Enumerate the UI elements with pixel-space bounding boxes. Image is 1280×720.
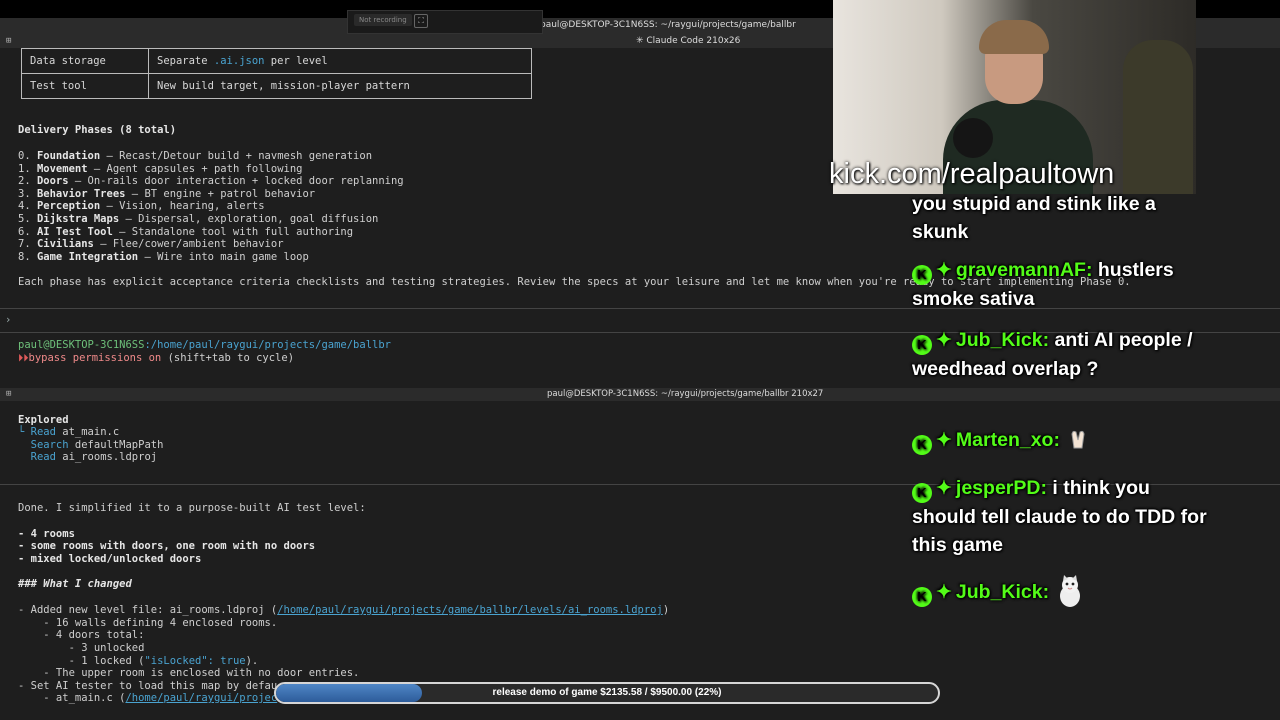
diamond-badge-icon: ✦: [936, 330, 952, 351]
change-line: - 16 walls defining 4 enclosed rooms.: [18, 617, 278, 629]
expand-icon[interactable]: ⛶: [414, 14, 428, 28]
chat-username: Marten_xo:: [955, 429, 1060, 451]
microphone-icon: [953, 118, 993, 158]
diamond-badge-icon: ✦: [936, 478, 952, 499]
phases-heading: Delivery Phases (8 total): [18, 124, 177, 136]
table-row: Data storage Separate .ai.json per level: [21, 48, 532, 74]
chat-username: Jub_Kick:: [955, 329, 1050, 351]
pane-grid-icon[interactable]: ⊞: [6, 37, 15, 46]
phase-item: 5. Dijkstra Maps — Dispersal, exploratio…: [18, 213, 379, 225]
diamond-badge-icon: ✦: [936, 430, 952, 451]
chat-message: K ✦ gravemannAF: hustlers smoke sativa: [912, 256, 1212, 313]
explored-item: └ Read at_main.c: [18, 426, 120, 438]
change-line: - Set AI tester to load this map by defa…: [18, 680, 278, 692]
chat-message: K ✦ Jub_Kick:: [912, 574, 1212, 608]
change-line: - 4 doors total:: [18, 629, 145, 641]
phase-item: 2. Doors — On-rails door interaction + l…: [18, 175, 404, 187]
phase-item: 4. Perception — Vision, hearing, alerts: [18, 200, 265, 212]
table-row: Test tool New build target, mission-play…: [21, 73, 532, 99]
table-cell: New build target, mission-player pattern: [148, 73, 532, 99]
phase-item: 8. Game Integration — Wire into main gam…: [18, 251, 309, 263]
change-line: - The upper room is enclosed with no doo…: [18, 667, 360, 679]
table-cell: Test tool: [21, 73, 149, 99]
explored-heading: Explored: [18, 414, 69, 426]
explored-item: Search defaultMapPath: [18, 439, 164, 451]
explored-item: Read ai_rooms.ldproj: [18, 451, 158, 463]
donation-goal-label: release demo of game $2135.58 / $9500.00…: [492, 687, 722, 698]
changed-heading: ### What I changed: [18, 578, 132, 590]
phase-item: 7. Civilians — Flee/cower/ambient behavi…: [18, 238, 284, 250]
phase-item: 1. Movement — Agent capsules + path foll…: [18, 163, 303, 175]
phase-item: 6. AI Test Tool — Standalone tool with f…: [18, 226, 354, 238]
table-cell: Data storage: [21, 48, 149, 74]
change-line: - 1 locked ("isLocked": true).: [18, 655, 259, 667]
diamond-badge-icon: ✦: [936, 582, 952, 603]
kick-badge-icon: K: [912, 435, 932, 455]
change-line: - Added new level file: ai_rooms.ldproj …: [18, 604, 670, 616]
phase-item: 0. Foundation — Recast/Detour build + na…: [18, 150, 373, 162]
bullet: - 4 rooms: [18, 528, 75, 540]
done-text: Done. I simplified it to a purpose-built…: [18, 502, 366, 514]
chat-text: you stupid and stink like a skunk: [912, 193, 1156, 243]
terminal-pane-2-titlebar: paul@DESKTOP-3C1N6SS: ~/raygui/projects/…: [0, 388, 1280, 401]
channel-url: kick.com/realpaultown: [829, 158, 1115, 190]
level-file-link[interactable]: /home/paul/raygui/projects/game/ballbr/l…: [277, 604, 663, 616]
chat-text: anti AI people / weedhead overlap ?: [912, 329, 1193, 380]
chat-message: K ✦ jesperPD: i think you should tell clau…: [912, 474, 1212, 559]
chat-username: gravemannAF:: [955, 259, 1093, 281]
permissions-status: ⏵⏵bypass permissions on (shift+tab to cy…: [18, 352, 295, 364]
shell-prompt: paul@DESKTOP-3C1N6SS:/home/paul/raygui/p…: [18, 339, 391, 351]
chat-message: K ✦ Marten_xo:: [912, 426, 1212, 455]
spec-table: Data storage Separate .ai.json per level…: [21, 48, 532, 99]
bullet: - mixed locked/unlocked doors: [18, 553, 202, 565]
diamond-badge-icon: ✦: [936, 260, 952, 281]
change-line: - 3 unlocked: [18, 642, 145, 654]
chat-message: K ✦ Jub_Kick: anti AI people / weedhead ov…: [912, 326, 1212, 383]
kick-badge-icon: K: [912, 587, 932, 607]
table-cell: Separate .ai.json per level: [148, 48, 532, 74]
phase-item: 3. Behavior Trees — BT engine + patrol b…: [18, 188, 316, 200]
prompt-caret[interactable]: ›: [5, 314, 11, 326]
chat-username: Jub_Kick:: [955, 581, 1050, 603]
change-line: - at_main.c (/home/paul/raygui/projec: [18, 692, 278, 704]
recording-status: Not recording: [354, 14, 412, 26]
kick-badge-icon: K: [912, 265, 932, 285]
pane-grid-icon[interactable]: ⊞: [6, 390, 15, 399]
donation-goal-bar: release demo of game $2135.58 / $9500.00…: [274, 682, 940, 704]
chat-message: you stupid and stink like a skunk: [912, 190, 1212, 246]
bullet: - some rooms with doors, one room with n…: [18, 540, 316, 552]
chat-username: jesperPD:: [955, 477, 1047, 499]
cat-emote: [1059, 575, 1080, 607]
recording-indicator: Not recording ⛶: [347, 10, 543, 34]
kick-badge-icon: K: [912, 335, 932, 355]
praying-hands-emote: [1071, 430, 1085, 449]
pane-1-title: paul@DESKTOP-3C1N6SS: ~/raygui/projects/…: [540, 20, 796, 30]
kick-badge-icon: K: [912, 483, 932, 503]
main-file-link[interactable]: /home/paul/raygui/projec: [125, 692, 277, 704]
